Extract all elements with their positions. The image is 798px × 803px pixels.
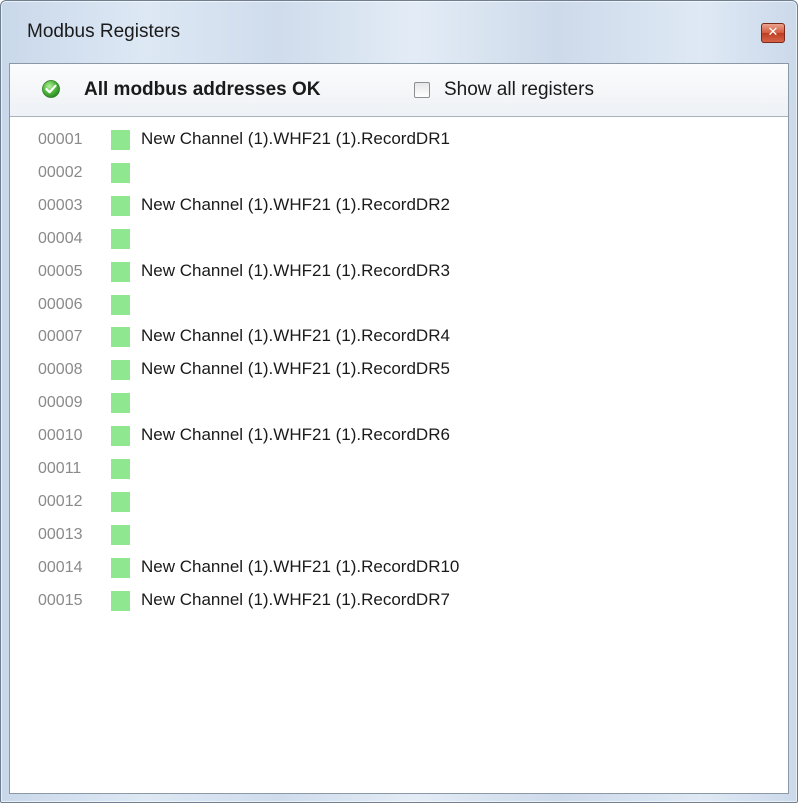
modbus-registers-window: Modbus Registers ✕ All modbus addresses … <box>0 0 798 803</box>
register-row[interactable]: 00009 <box>10 388 788 418</box>
register-tag-name: New Channel (1).WHF21 (1).RecordDR3 <box>141 260 450 280</box>
register-row[interactable]: 00004 <box>10 224 788 254</box>
register-row[interactable]: 00014 New Channel (1).WHF21 (1).RecordDR1… <box>10 553 788 583</box>
register-status-indicator <box>111 327 130 348</box>
window-title: Modbus Registers <box>27 21 181 42</box>
close-icon: ✕ <box>767 25 779 40</box>
register-address: 00011 <box>38 460 82 477</box>
register-address: 00003 <box>38 196 83 214</box>
register-address: 00013 <box>38 525 83 543</box>
green-check-icon <box>42 80 60 98</box>
register-row[interactable]: 00005 New Channel (1).WHF21 (1).RecordDR3 <box>10 257 788 287</box>
register-address: 00007 <box>38 328 83 346</box>
register-tag-name: New Channel (1).WHF21 (1).RecordDR5 <box>141 359 450 379</box>
register-row[interactable]: 00013 <box>10 520 788 550</box>
register-status-indicator <box>111 426 130 447</box>
register-address: 00006 <box>38 295 83 313</box>
register-address: 00009 <box>38 394 83 412</box>
register-tag-name: New Channel (1).WHF21 (1).RecordDR4 <box>141 326 450 346</box>
register-row[interactable]: 00001 New Channel (1).WHF21 (1).RecordDR1 <box>10 125 788 155</box>
register-list[interactable]: 00001 New Channel (1).WHF21 (1).RecordDR1… <box>10 117 788 793</box>
register-tag-name: New Channel (1).WHF21 (1).RecordDR10 <box>141 556 460 576</box>
register-row[interactable]: 00010 New Channel (1).WHF21 (1).RecordDR6 <box>10 421 788 451</box>
title-bar[interactable]: Modbus Registers ✕ <box>1 1 797 65</box>
register-row[interactable]: 00006 <box>10 290 788 320</box>
register-status-indicator <box>111 294 130 315</box>
register-status-indicator <box>111 228 130 249</box>
register-status-indicator <box>111 491 130 512</box>
register-status-indicator <box>111 557 130 578</box>
status-toolbar: All modbus addresses OK Show all registe… <box>10 64 788 117</box>
register-status-indicator <box>111 261 130 282</box>
register-row[interactable]: 00003 New Channel (1).WHF21 (1).RecordDR2 <box>10 191 788 221</box>
register-tag-name: New Channel (1).WHF21 (1).RecordDR2 <box>141 194 450 214</box>
register-status-indicator <box>111 590 130 611</box>
register-status-indicator <box>111 524 130 545</box>
register-status-indicator <box>111 162 130 183</box>
show-all-registers-label[interactable]: Show all registers <box>444 79 594 101</box>
register-row[interactable]: 00012 <box>10 487 788 517</box>
status-text: All modbus addresses OK <box>84 79 321 100</box>
show-all-registers-toggle[interactable]: Show all registers <box>414 78 594 102</box>
register-address: 00010 <box>38 427 83 445</box>
register-status-indicator <box>111 393 130 414</box>
register-status-indicator <box>111 459 130 479</box>
register-tag-name: New Channel (1).WHF21 (1).RecordDR7 <box>141 589 450 609</box>
register-address: 00014 <box>38 558 83 576</box>
register-status-indicator <box>111 130 130 150</box>
show-all-registers-checkbox[interactable] <box>414 82 430 98</box>
register-row[interactable]: 00011 <box>10 454 788 484</box>
register-address: 00005 <box>38 262 83 280</box>
register-address: 00002 <box>38 163 83 181</box>
register-row[interactable]: 00007 New Channel (1).WHF21 (1).RecordDR4 <box>10 322 788 352</box>
register-status-indicator <box>111 195 130 216</box>
register-address: 00015 <box>38 591 83 609</box>
register-address: 00004 <box>38 229 83 247</box>
register-address: 00008 <box>38 361 83 379</box>
close-button[interactable]: ✕ <box>761 23 785 43</box>
register-row[interactable]: 00008 New Channel (1).WHF21 (1).RecordDR5 <box>10 355 788 385</box>
content-panel: All modbus addresses OK Show all registe… <box>9 63 789 794</box>
register-row[interactable]: 00002 <box>10 158 788 188</box>
register-address: 00001 <box>38 131 83 148</box>
register-row[interactable]: 00015 New Channel (1).WHF21 (1).RecordDR7 <box>10 586 788 616</box>
register-status-indicator <box>111 360 130 381</box>
register-tag-name: New Channel (1).WHF21 (1).RecordDR6 <box>141 425 450 445</box>
register-tag-name: New Channel (1).WHF21 (1).RecordDR1 <box>141 129 450 148</box>
register-address: 00012 <box>38 492 83 510</box>
